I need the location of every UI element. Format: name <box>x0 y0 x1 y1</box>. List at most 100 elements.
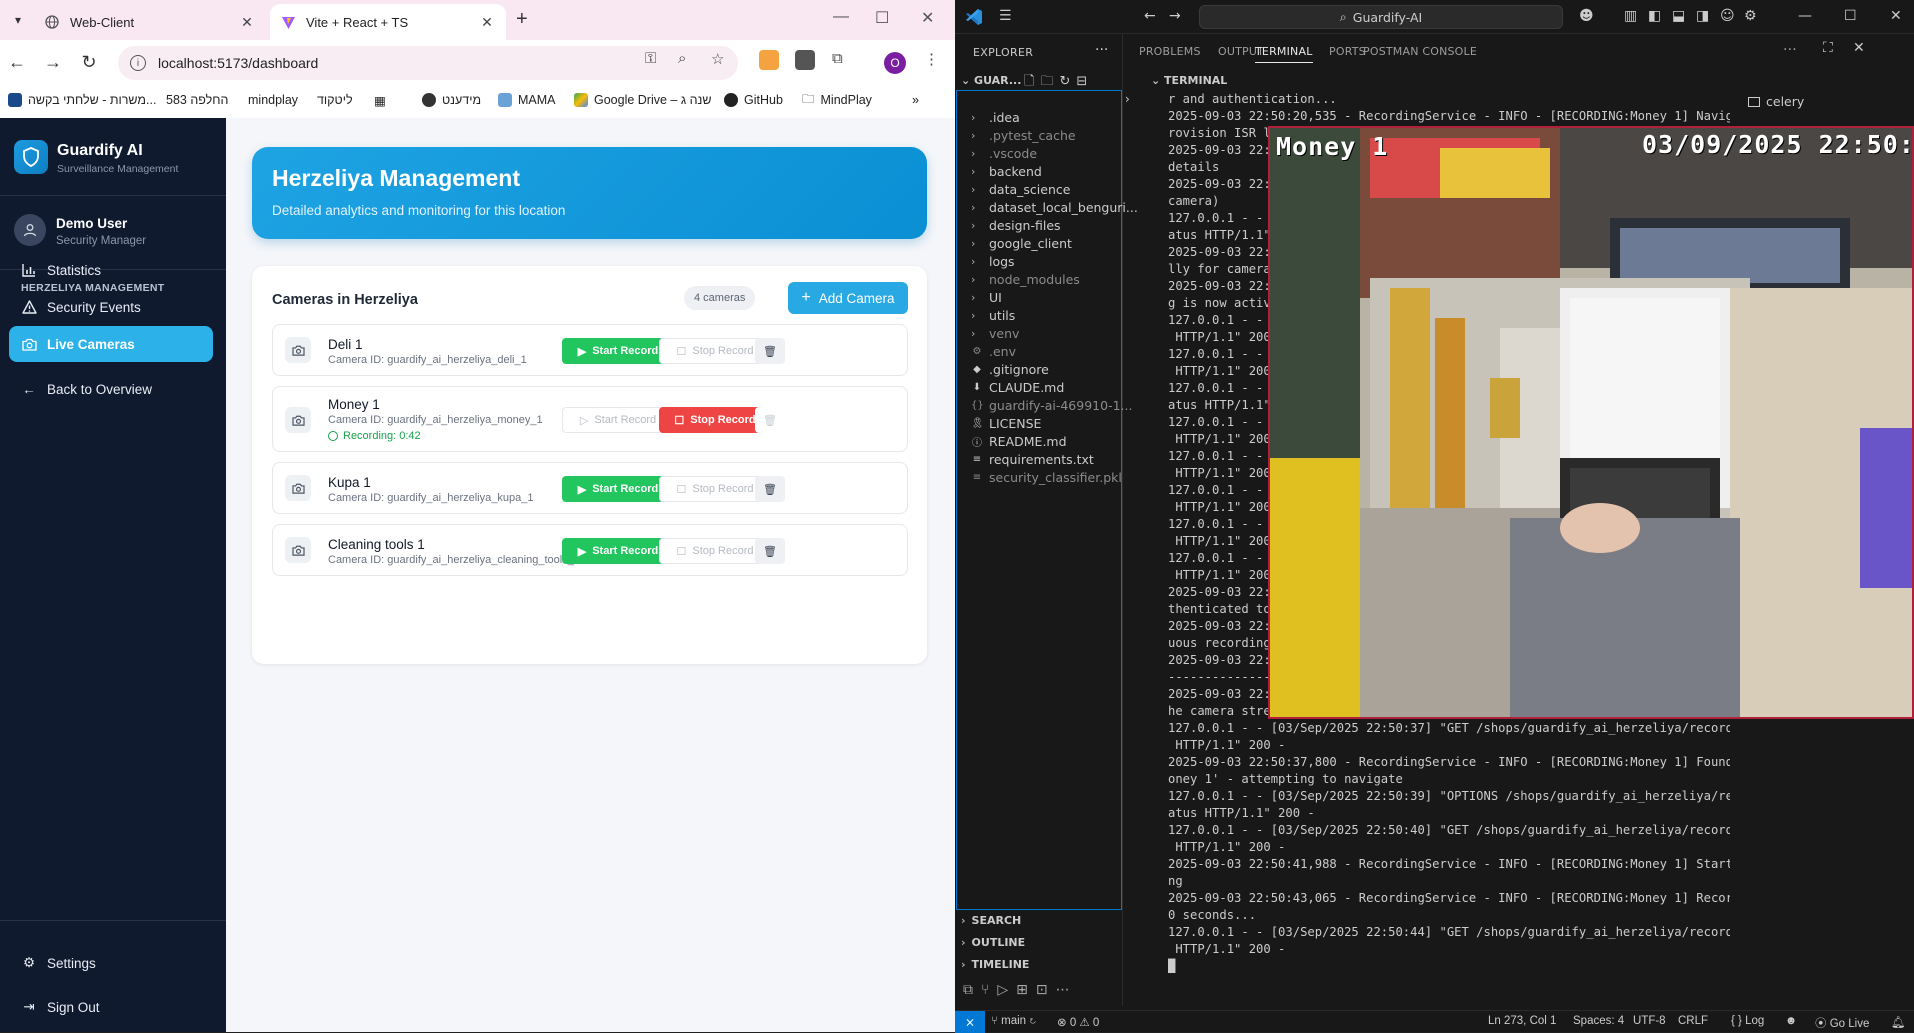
tree-file[interactable]: {} guardify-ai-469910-1... <box>971 398 1132 413</box>
branch-indicator[interactable]: ⑂ main ↻ <box>991 1015 1036 1027</box>
camera-stream-window[interactable]: Money 1 03/09/2025 22:50: <box>1268 126 1914 719</box>
back-arrow-icon[interactable]: ← <box>6 52 28 73</box>
bookmark-item[interactable]: MAMA <box>498 90 556 110</box>
tab-postman-console[interactable]: POSTMAN CONSOLE <box>1363 45 1477 58</box>
tab-search-icon[interactable]: ▾ <box>6 8 30 32</box>
start-record-button[interactable]: ▶ Start Record <box>562 338 674 364</box>
timeline-section[interactable]: › TIMELINE <box>961 958 1029 971</box>
close-panel-icon[interactable]: ✕ <box>1853 40 1865 56</box>
sidebar-item-security-events[interactable]: Security Events <box>9 289 213 325</box>
search-section[interactable]: › SEARCH <box>961 914 1021 927</box>
profile-avatar[interactable]: O <box>884 52 906 74</box>
sign-out-button[interactable]: ⇥ Sign Out <box>9 989 213 1025</box>
menu-kebab-icon[interactable]: ⋮ <box>924 50 939 68</box>
apps-grid-icon[interactable]: ▦ <box>374 90 386 110</box>
more-actions-icon[interactable]: ··· <box>1783 42 1797 58</box>
tree-folder[interactable]: › utils <box>971 308 1015 323</box>
outline-section[interactable]: › OUTLINE <box>961 936 1025 949</box>
start-record-button[interactable]: ▷ Start Record <box>562 407 674 433</box>
site-info-icon[interactable]: i <box>130 55 146 71</box>
problems-indicator[interactable]: ⊗ 0 ⚠ 0 <box>1057 1015 1099 1029</box>
tree-file[interactable]: ⬇ CLAUDE.md <box>971 380 1065 395</box>
bookmark-item[interactable]: mindplay <box>248 90 298 110</box>
toggle-sidebar-icon[interactable]: ◧ <box>1648 8 1661 24</box>
back-arrow-icon[interactable]: ← <box>1144 8 1156 24</box>
bookmark-item[interactable]: 🗀 MindPlay <box>802 90 872 110</box>
more-bookmarks-icon[interactable]: » <box>912 90 919 110</box>
new-tab-icon[interactable]: + <box>516 8 528 31</box>
bookmark-item[interactable]: ליטקוד <box>317 90 353 110</box>
maximize-icon[interactable]: ☐ <box>875 8 889 28</box>
tree-folder[interactable]: › design-files <box>971 218 1061 233</box>
tab-terminal[interactable]: TERMINAL <box>1255 45 1313 63</box>
copilot-icon[interactable]: ☻ <box>1579 8 1594 24</box>
workspace-root[interactable]: ⌄ GUAR... <box>961 74 1021 87</box>
bookmark-item[interactable]: מידענט <box>422 90 481 110</box>
more-actions-icon[interactable]: ··· <box>1095 42 1108 58</box>
minimize-icon[interactable]: — <box>1798 8 1812 24</box>
close-icon[interactable]: ✕ <box>478 14 496 31</box>
copilot-status-icon[interactable]: ☻ <box>1785 1015 1797 1027</box>
forward-arrow-icon[interactable]: → <box>1169 8 1181 24</box>
tree-file[interactable]: ≡ requirements.txt <box>971 452 1094 467</box>
activity-icons[interactable]: ⧉⑂▷⊞⊡⋯ <box>963 982 1078 998</box>
tab-ports[interactable]: PORTS <box>1329 45 1366 58</box>
go-live-button[interactable]: ⦿ Go Live <box>1815 1015 1869 1031</box>
tree-folder[interactable]: › google_client <box>971 236 1072 251</box>
forward-arrow-icon[interactable]: → <box>42 52 64 73</box>
delete-camera-button[interactable]: 🗑 <box>755 407 785 433</box>
delete-camera-button[interactable]: 🗑 <box>755 538 785 564</box>
tree-file[interactable]: ⚙ .env <box>971 344 1016 359</box>
delete-camera-button[interactable]: 🗑 <box>755 476 785 502</box>
hamburger-menu-icon[interactable]: ☰ <box>999 8 1012 24</box>
minimize-icon[interactable]: — <box>833 8 849 26</box>
indentation[interactable]: Spaces: 4 <box>1573 1015 1624 1027</box>
add-camera-button[interactable]: + Add Camera <box>788 282 908 314</box>
layout-icon[interactable]: ▥ <box>1624 8 1637 24</box>
terminal-header[interactable]: ⌄ TERMINAL <box>1151 74 1227 87</box>
start-record-button[interactable]: ▶ Start Record <box>562 476 674 502</box>
terminal-instance[interactable]: celery <box>1748 94 1804 109</box>
encoding[interactable]: UTF-8 <box>1633 1015 1666 1027</box>
tree-folder[interactable]: › node_modules <box>971 272 1080 287</box>
tab-web-client[interactable]: Web-Client ✕ <box>34 4 266 40</box>
back-to-overview-link[interactable]: ← Back to Overview <box>9 371 213 407</box>
cursor-position[interactable]: Ln 273, Col 1 <box>1488 1015 1556 1027</box>
tab-vite[interactable]: Vite + React + TS ✕ <box>270 4 506 40</box>
sidebar-item-settings[interactable]: ⚙ Settings <box>9 945 213 981</box>
tree-folder[interactable]: › .pytest_cache <box>971 128 1076 143</box>
sidebar-item-statistics[interactable]: Statistics <box>9 252 213 288</box>
extension-l-icon[interactable] <box>795 50 815 70</box>
tree-folder[interactable]: › venv <box>971 326 1019 341</box>
extension-icon[interactable] <box>759 50 779 70</box>
tree-file[interactable]: 🎗 LICENSE <box>971 416 1041 431</box>
tree-folder[interactable]: › data_science <box>971 182 1070 197</box>
accounts-icon[interactable]: ☺ <box>1720 8 1735 24</box>
bookmark-item[interactable]: החלפה 583 <box>166 90 228 110</box>
tab-problems[interactable]: PROBLEMS <box>1139 45 1201 58</box>
password-key-icon[interactable]: ⚿ <box>645 50 656 67</box>
line-endings[interactable]: CRLF <box>1678 1015 1708 1027</box>
start-record-button[interactable]: ▶ Start Record <box>562 538 674 564</box>
delete-camera-button[interactable]: 🗑 <box>755 338 785 364</box>
toggle-secondary-sidebar-icon[interactable]: ◨ <box>1696 8 1709 24</box>
gear-icon[interactable]: ⚙ <box>1744 8 1757 24</box>
tree-file[interactable]: ⓘ README.md <box>971 434 1067 449</box>
reload-icon[interactable]: ↻ <box>78 52 100 73</box>
window-close-icon[interactable]: ✕ <box>921 8 934 28</box>
tree-folder[interactable]: › logs <box>971 254 1015 269</box>
tree-folder[interactable]: › UI <box>971 290 1002 305</box>
bookmark-item[interactable]: Google Drive – שנה ג <box>574 90 712 110</box>
language-mode[interactable]: { } Log <box>1731 1015 1764 1027</box>
tree-folder[interactable]: › .idea <box>971 110 1020 125</box>
maximize-icon[interactable]: ☐ <box>1844 8 1857 24</box>
extensions-puzzle-icon[interactable]: ⧉ <box>832 50 843 67</box>
tree-file[interactable]: ◆ .gitignore <box>971 362 1049 377</box>
window-close-icon[interactable]: ✕ <box>1890 8 1902 24</box>
zoom-icon[interactable]: ⌕ <box>678 50 686 67</box>
toggle-panel-icon[interactable]: ⬓ <box>1672 8 1685 24</box>
bookmark-item[interactable]: משרות - שלחתי בקשה... <box>8 90 156 110</box>
sidebar-item-live-cameras[interactable]: Live Cameras <box>9 326 213 362</box>
bookmark-item[interactable]: GitHub <box>724 90 783 110</box>
tree-folder[interactable]: › .vscode <box>971 146 1037 161</box>
